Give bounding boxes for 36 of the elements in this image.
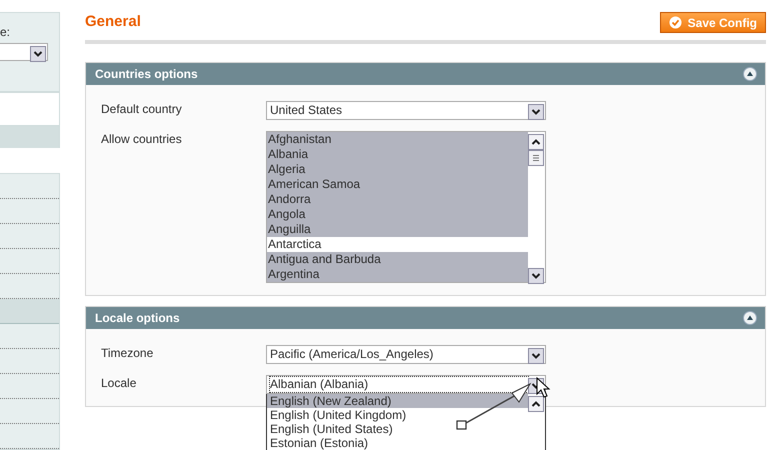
section-header[interactable]: Countries options xyxy=(86,63,765,85)
list-option[interactable]: Angola xyxy=(267,207,528,222)
list-option[interactable]: Antarctica xyxy=(267,237,528,252)
section-title: Locale options xyxy=(95,310,180,327)
scroll-thumb[interactable] xyxy=(528,148,544,164)
field-label: Timezone xyxy=(101,345,154,362)
scroll-down-icon xyxy=(528,266,544,282)
multiselect-list[interactable]: Afghanistan Albania Algeria American Samoa Andorra Angola Anguilla Antarctica Antigua and Barbuda Argentina xyxy=(266,131,546,283)
dropdown-option[interactable]: English (United Kingdom) xyxy=(267,408,528,422)
select-field[interactable]: United States xyxy=(266,101,546,120)
scroll-up-icon xyxy=(528,394,544,410)
section-title: Countries options xyxy=(95,66,198,83)
section-header[interactable]: Locale options xyxy=(86,307,765,329)
list-option[interactable]: Argentina xyxy=(267,267,528,282)
list-option[interactable]: Andorra xyxy=(267,192,528,207)
field-label: e: xyxy=(0,25,12,39)
collapse-icon[interactable] xyxy=(743,67,757,81)
check-icon xyxy=(668,16,682,29)
list-option[interactable]: Algeria xyxy=(267,162,528,177)
store-select[interactable] xyxy=(0,43,48,61)
collapse-icon[interactable] xyxy=(743,311,757,325)
list-option[interactable]: Antigua and Barbuda xyxy=(267,252,528,267)
sidebar-band xyxy=(0,126,60,148)
scroll-up-icon xyxy=(528,132,544,148)
dropdown-option[interactable]: English (New Zealand) xyxy=(267,394,528,408)
list-option[interactable]: Afghanistan xyxy=(267,132,528,147)
dropdown-option[interactable]: Estonian (Estonia) xyxy=(267,436,528,450)
field-label: Default country xyxy=(101,101,183,118)
list-option[interactable]: American Samoa xyxy=(267,177,528,192)
field-label: Allow countries xyxy=(101,131,183,148)
field-label: Locale xyxy=(101,375,138,392)
dropdown-option[interactable]: English (United States) xyxy=(267,422,528,436)
list-option[interactable]: Albania xyxy=(267,147,528,162)
select-field[interactable]: Pacific (America/Los_Angeles) xyxy=(266,345,546,364)
list-option[interactable]: Anguilla xyxy=(267,222,528,237)
page-title: General xyxy=(85,12,141,32)
